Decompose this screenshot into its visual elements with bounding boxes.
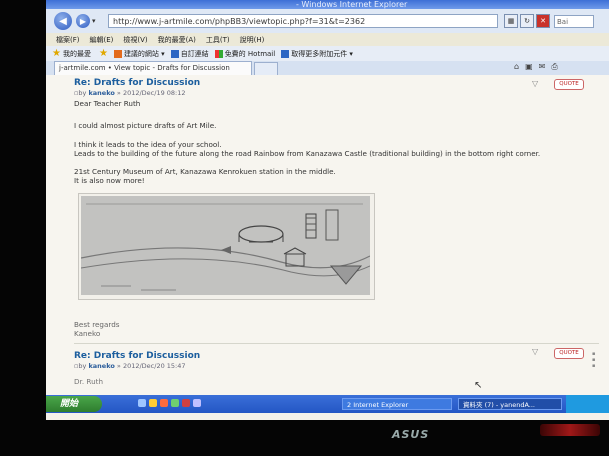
add-favorite-icon[interactable]: ★	[99, 48, 108, 59]
quick-launch-app-icon[interactable]	[171, 399, 179, 407]
menu-favorites[interactable]: 我的最愛(A)	[158, 35, 196, 45]
post1-greeting: Dear Teacher Ruth	[74, 99, 141, 108]
post1-paragraph-1: I could almost picture drafts of Art Mil…	[74, 121, 217, 130]
menu-help[interactable]: 說明(H)	[240, 35, 265, 45]
windows-logo-icon	[214, 49, 223, 58]
quick-launch	[138, 399, 201, 407]
post2-author[interactable]: kaneko	[88, 362, 114, 370]
system-tray	[566, 395, 609, 413]
address-tools: ▦ ↻ ✕	[504, 14, 550, 28]
post1-paragraph-4: 21st Century Museum of Art, Kanazawa Ken…	[74, 167, 336, 176]
tab-row: j-artmile.com • View topic - Drafts for …	[46, 61, 609, 76]
browser-window: - Windows Internet Explorer ◀ ▶ ▾ http:/…	[46, 0, 609, 420]
monitor: - Windows Internet Explorer ◀ ▶ ▾ http:/…	[0, 0, 609, 456]
page-icon	[170, 49, 179, 58]
drawing-image	[80, 196, 371, 295]
page-content: Re: Drafts for Discussion ▫by kaneko » 2…	[46, 75, 609, 395]
back-button[interactable]: ◀	[54, 12, 72, 30]
post2-quote-button[interactable]: QUOTE	[554, 348, 584, 359]
post1-quote-button[interactable]: QUOTE	[554, 79, 584, 90]
fav-addons[interactable]: 取得更多附加元件 ▾	[281, 49, 353, 59]
feeds-icon[interactable]: ▣	[525, 62, 539, 71]
favorites-star-icon[interactable]: ★	[52, 48, 61, 59]
post1-paragraph-2: I think it leads to the idea of your sch…	[74, 140, 222, 149]
url-input[interactable]: http://www.j-artmile.com/phpBB3/viewtopi…	[108, 14, 498, 28]
quick-launch-app2-icon[interactable]	[182, 399, 190, 407]
forward-button[interactable]: ▶	[76, 14, 90, 28]
fav-hotmail[interactable]: 免費的 Hotmail	[214, 49, 275, 59]
menu-file[interactable]: 檔案(F)	[56, 35, 80, 45]
post1-signature: Kaneko	[74, 329, 101, 338]
attached-drawing[interactable]	[78, 193, 375, 300]
address-bar: ◀ ▶ ▾ http://www.j-artmile.com/phpBB3/vi…	[46, 9, 609, 33]
menu-tools[interactable]: 工具(T)	[206, 35, 230, 45]
taskbar: 開始 2 Internet Explorer 資料夾 (7) - yanendA…	[46, 395, 609, 413]
post2-meta: ▫by kaneko » 2012/Dec/20 15:47	[74, 362, 186, 370]
print-icon[interactable]: ⎙	[551, 62, 563, 71]
favorites-label[interactable]: 我的最愛	[63, 49, 91, 59]
mail-icon[interactable]: ✉	[539, 62, 552, 71]
monitor-brand-logo: ASUS	[392, 428, 430, 441]
tab-active[interactable]: j-artmile.com • View topic - Drafts for …	[54, 61, 252, 75]
compat-view-icon[interactable]: ▦	[504, 14, 518, 28]
menu-edit[interactable]: 編輯(E)	[90, 35, 114, 45]
mouse-cursor-icon: ↖	[474, 380, 483, 391]
drawing-sketch	[80, 196, 371, 295]
start-button[interactable]: 開始	[46, 396, 102, 412]
favorites-bar: ★ 我的最愛 ★ 建議的網站 ▾ 自訂連結 免費的 Hotmail 取得更多附加…	[46, 46, 609, 61]
post2-greeting: Dr. Ruth	[74, 377, 103, 386]
fav-custom-links[interactable]: 自訂連結	[170, 49, 209, 59]
report-icon[interactable]: ▽	[532, 347, 538, 356]
menu-view[interactable]: 檢視(V)	[123, 35, 147, 45]
history-dropdown-icon[interactable]: ▾	[92, 17, 100, 25]
post1-paragraph-3: Leads to the building of the future alon…	[74, 149, 541, 158]
post-separator	[74, 343, 599, 344]
ie-page-icon	[281, 49, 290, 58]
taskbar-item-folder[interactable]: 資料夾 (7) - yanendA...	[458, 398, 562, 410]
home-icon[interactable]: ⌂	[514, 62, 525, 71]
search-input[interactable]: Bai	[554, 14, 594, 28]
stop-icon[interactable]: ✕	[536, 14, 550, 28]
post1-title[interactable]: Re: Drafts for Discussion	[74, 78, 200, 88]
post1-meta: ▫by kaneko » 2012/Dec/19 08:12	[74, 89, 186, 97]
profile-sidebar: ▪ ▪ ▪	[592, 351, 596, 369]
quick-launch-ie-icon[interactable]	[138, 399, 146, 407]
refresh-icon[interactable]: ↻	[520, 14, 534, 28]
window-title: - Windows Internet Explorer	[46, 0, 609, 9]
forward-arrow-icon: ▶	[79, 16, 87, 26]
quick-launch-media-icon[interactable]	[160, 399, 168, 407]
quick-launch-app3-icon[interactable]	[193, 399, 201, 407]
fav-suggested-sites[interactable]: 建議的網站 ▾	[113, 49, 165, 59]
quick-launch-folder-icon[interactable]	[149, 399, 157, 407]
post1-paragraph-5: It is also now more!	[74, 176, 145, 185]
post1-closing: Best regards	[74, 320, 120, 329]
new-tab-button[interactable]	[254, 62, 278, 76]
monitor-badge	[540, 424, 600, 436]
post2-title[interactable]: Re: Drafts for Discussion	[74, 351, 200, 361]
suggested-sites-icon	[113, 49, 122, 58]
back-arrow-icon: ◀	[59, 15, 67, 27]
report-icon[interactable]: ▽	[532, 79, 538, 88]
taskbar-item-ie[interactable]: 2 Internet Explorer	[342, 398, 452, 410]
command-bar: ⌂▣✉⎙	[514, 62, 564, 72]
menu-bar: 檔案(F) 編輯(E) 檢視(V) 我的最愛(A) 工具(T) 說明(H)	[46, 33, 609, 46]
post1-author[interactable]: kaneko	[88, 89, 114, 97]
